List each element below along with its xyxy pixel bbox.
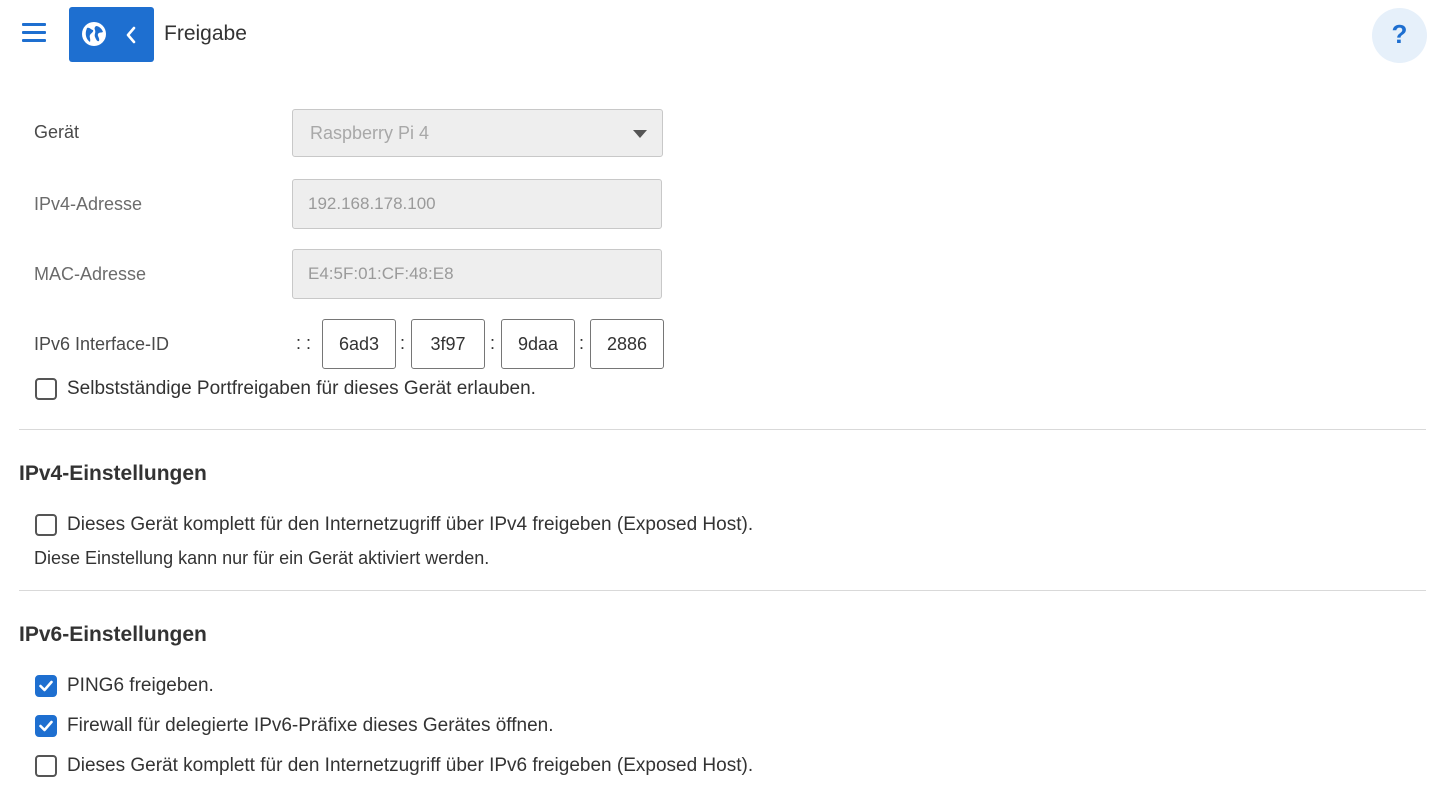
caret-down-icon <box>633 130 647 138</box>
ipv6-segment-3[interactable]: 9daa <box>501 319 575 369</box>
device-select-value: Raspberry Pi 4 <box>310 123 430 143</box>
back-button[interactable] <box>69 7 154 62</box>
ipv4-address-value: 192.168.178.100 <box>308 194 436 213</box>
allow-port-forwarding-checkbox[interactable] <box>35 378 57 400</box>
help-button[interactable]: ? <box>1372 8 1427 63</box>
ipv4-address-label: IPv4-Adresse <box>34 194 143 214</box>
page-title: Freigabe <box>164 22 247 45</box>
checkmark-icon <box>39 720 53 732</box>
menu-icon[interactable] <box>22 22 46 46</box>
allow-port-forwarding-label: Selbstständige Portfreigaben für dieses … <box>67 378 536 399</box>
ipv4-exposed-host-note: Diese Einstellung kann nur für ein Gerät… <box>34 548 490 568</box>
ipv6-segment-4[interactable]: 2886 <box>590 319 664 369</box>
mac-address-value: E4:5F:01:CF:48:E8 <box>308 264 454 283</box>
device-label: Gerät <box>34 122 80 142</box>
ipv6-prefix: : : <box>296 333 312 353</box>
ipv6-separator: : <box>490 333 496 353</box>
ipv4-exposed-host-label: Dieses Gerät komplett für den Internetzu… <box>67 514 754 535</box>
ping6-label: PING6 freigeben. <box>67 675 214 696</box>
mac-address-label: MAC-Adresse <box>34 264 147 284</box>
ipv6-exposed-host-checkbox[interactable] <box>35 755 57 777</box>
mac-address-field: E4:5F:01:CF:48:E8 <box>292 249 662 299</box>
firewall-label: Firewall für delegierte IPv6-Präfixe die… <box>67 715 554 736</box>
ipv4-exposed-host-checkbox[interactable] <box>35 514 57 536</box>
globe-icon <box>82 22 106 46</box>
ping6-checkbox[interactable] <box>35 675 57 697</box>
ipv6-separator: : <box>579 333 585 353</box>
device-select[interactable]: Raspberry Pi 4 <box>292 109 663 157</box>
ipv6-segment-1[interactable]: 6ad3 <box>322 319 396 369</box>
ipv6-separator: : <box>400 333 406 353</box>
ipv4-address-field: 192.168.178.100 <box>292 179 662 229</box>
ipv4-settings-heading: IPv4-Einstellungen <box>19 462 207 485</box>
checkmark-icon <box>39 680 53 692</box>
firewall-checkbox[interactable] <box>35 715 57 737</box>
ipv6-segment-2[interactable]: 3f97 <box>411 319 485 369</box>
ipv6-settings-heading: IPv6-Einstellungen <box>19 623 207 646</box>
chevron-left-icon <box>126 26 136 44</box>
ipv6-exposed-host-label: Dieses Gerät komplett für den Internetzu… <box>67 755 754 776</box>
ipv6-interface-label: IPv6 Interface-ID <box>34 334 170 354</box>
divider <box>19 429 1426 430</box>
divider <box>19 590 1426 591</box>
